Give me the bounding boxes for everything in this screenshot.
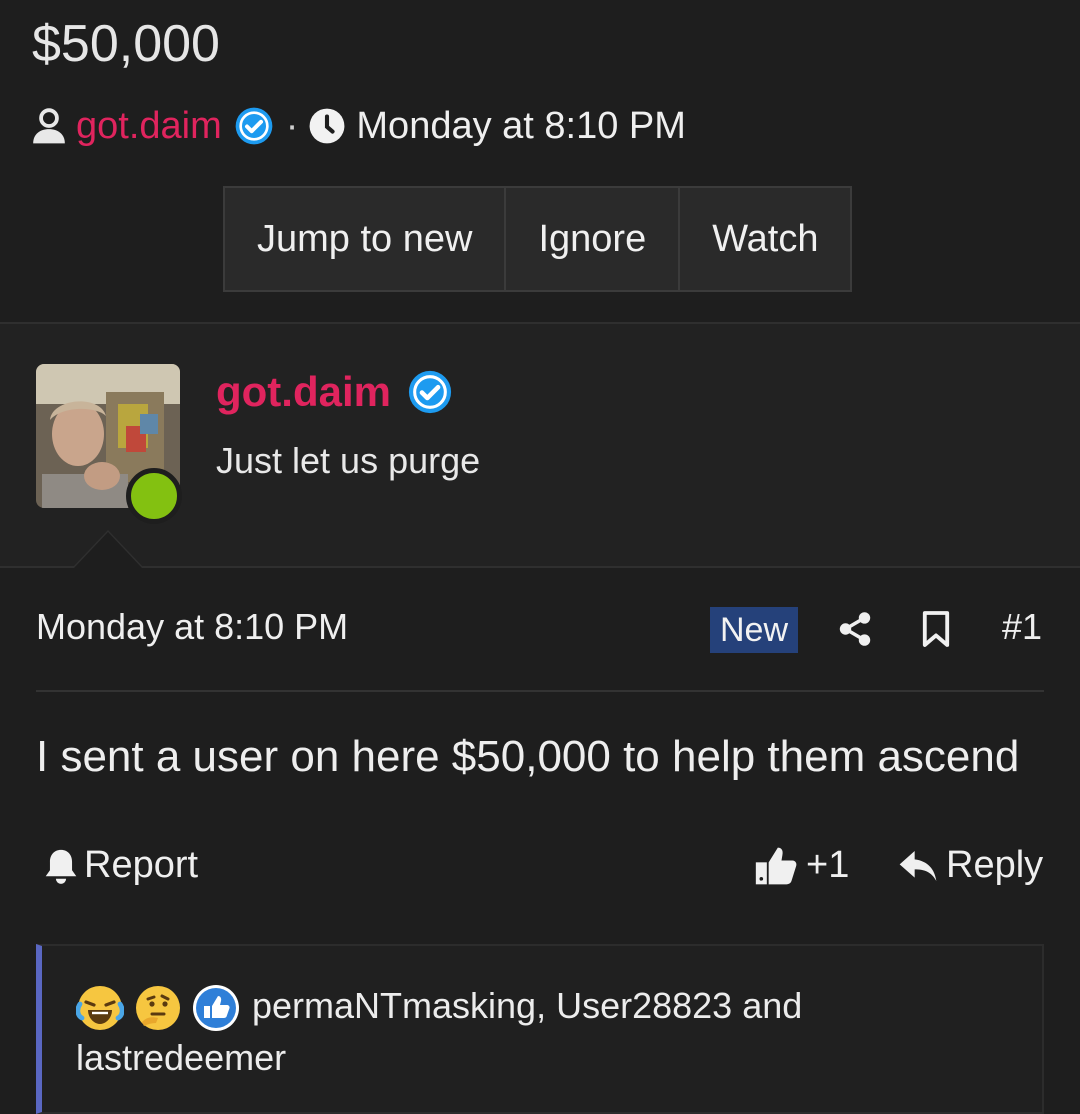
post-body: I sent a user on here $50,000 to help th… bbox=[36, 732, 1020, 781]
new-badge: New bbox=[710, 607, 798, 653]
thread-actions-group: Jump to new Ignore Watch bbox=[223, 186, 853, 292]
jump-to-new-button[interactable]: Jump to new bbox=[225, 188, 507, 290]
reply-arrow-icon bbox=[899, 850, 937, 881]
watch-button[interactable]: Watch bbox=[680, 188, 850, 290]
post-user-header: got.daim Just let us purge bbox=[0, 322, 1080, 568]
like-button[interactable]: +1 bbox=[754, 844, 849, 887]
user-title: Just let us purge bbox=[216, 440, 481, 481]
thread-title: $50,000 bbox=[32, 15, 220, 73]
online-status-indicator bbox=[126, 468, 182, 524]
share-icon[interactable] bbox=[836, 609, 874, 649]
reply-label: Reply bbox=[946, 844, 1044, 886]
user-icon bbox=[33, 108, 65, 144]
verified-badge-icon bbox=[235, 107, 273, 145]
clock-icon bbox=[309, 108, 345, 144]
meta-separator: · bbox=[285, 104, 299, 147]
bookmark-icon[interactable] bbox=[920, 609, 952, 649]
post-author: got.daim bbox=[216, 368, 453, 416]
divider bbox=[36, 690, 1044, 692]
reactions-users[interactable]: permaNTmasking, User28823 and lastredeem… bbox=[76, 980, 856, 1084]
thread-author-link[interactable]: got.daim bbox=[76, 105, 222, 148]
reply-button[interactable]: Reply bbox=[898, 844, 1043, 887]
thread-meta: got.daim · Monday at 8:10 PM bbox=[30, 100, 686, 152]
post-pointer bbox=[74, 532, 142, 568]
reactions-bar[interactable]: permaNTmasking, User28823 and lastredeem… bbox=[36, 944, 1044, 1114]
thread-date[interactable]: Monday at 8:10 PM bbox=[356, 105, 686, 148]
post-number-link[interactable]: #1 bbox=[1002, 606, 1042, 648]
post-author-link[interactable]: got.daim bbox=[216, 368, 391, 416]
post-actions: Report +1 Reply bbox=[0, 840, 1080, 896]
bell-icon bbox=[45, 849, 77, 884]
post-date[interactable]: Monday at 8:10 PM bbox=[36, 606, 348, 648]
like-count: +1 bbox=[806, 844, 850, 886]
verified-badge-icon bbox=[408, 370, 452, 414]
report-label: Report bbox=[84, 844, 199, 886]
ignore-button[interactable]: Ignore bbox=[506, 188, 681, 290]
thumbs-up-icon bbox=[755, 847, 797, 884]
report-button[interactable]: Report bbox=[44, 844, 198, 887]
